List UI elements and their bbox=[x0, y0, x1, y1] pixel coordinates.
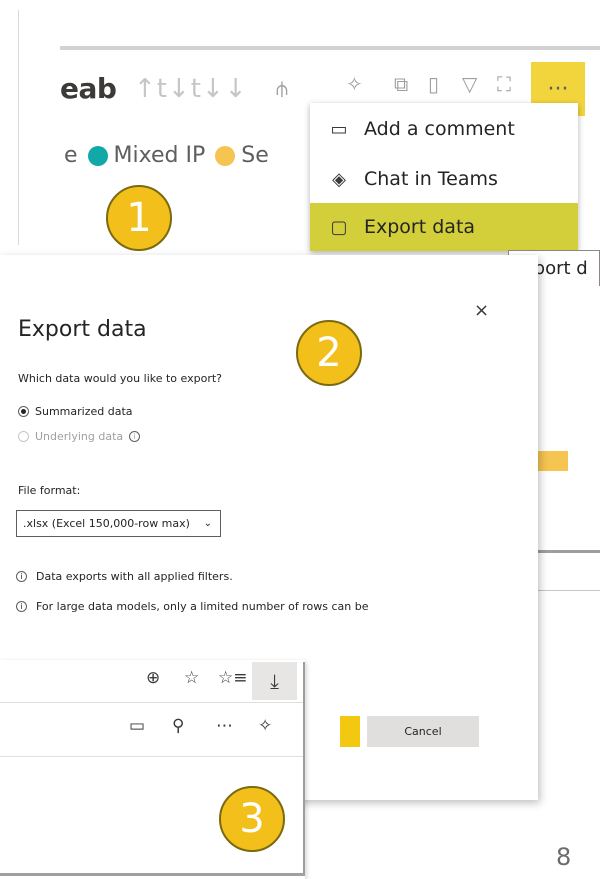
menu-item-label: Export data bbox=[364, 216, 476, 238]
note-text: For large data models, only a limited nu… bbox=[36, 600, 369, 613]
file-format-label: File format: bbox=[18, 484, 81, 497]
legend-item-label: Mixed IP bbox=[113, 143, 206, 168]
pin-icon[interactable]: ✧ bbox=[258, 716, 272, 736]
radio-label: Underlying data bbox=[35, 430, 124, 443]
radio-selected-icon bbox=[18, 406, 29, 417]
pin-icon[interactable]: ✧ bbox=[346, 72, 363, 96]
step-badge-3: 3 bbox=[219, 786, 285, 852]
select-value: .xlsx (Excel 150,000-row max) bbox=[23, 517, 190, 530]
teams-icon: ◈ bbox=[332, 168, 346, 190]
search-icon[interactable]: ⚲ bbox=[172, 716, 184, 736]
close-icon[interactable]: × bbox=[474, 300, 489, 321]
note-row: i For large data models, only a limited … bbox=[16, 600, 369, 613]
note-text: Data exports with all applied filters. bbox=[36, 570, 233, 583]
filter-icon[interactable]: ▽ bbox=[462, 72, 477, 96]
menu-item-chat-teams[interactable]: ◈ Chat in Teams bbox=[310, 155, 578, 203]
info-icon: i bbox=[16, 571, 27, 582]
menu-item-export-data[interactable]: ▢ Export data bbox=[310, 203, 578, 251]
folder-icon[interactable]: ▭ bbox=[129, 716, 145, 736]
step-badge-2: 2 bbox=[296, 320, 362, 386]
note-row: i Data exports with all applied filters. bbox=[16, 570, 233, 583]
copy-visual-icon[interactable]: ▯ bbox=[428, 72, 439, 96]
divider-line bbox=[18, 10, 19, 245]
border bbox=[0, 873, 305, 876]
chevron-down-icon: ⌄ bbox=[203, 518, 212, 529]
chart-bar bbox=[538, 451, 568, 471]
export-icon: ▢ bbox=[330, 216, 348, 238]
menu-item-add-comment[interactable]: ▭ Add a comment bbox=[310, 105, 578, 153]
info-icon: i bbox=[16, 601, 27, 612]
comment-icon: ▭ bbox=[330, 118, 348, 140]
more-icon: ··· bbox=[547, 76, 569, 102]
menu-item-label: Add a comment bbox=[364, 118, 515, 140]
page-number: 8 bbox=[556, 843, 572, 871]
export-button[interactable] bbox=[340, 716, 360, 747]
sort-icons[interactable]: ↑t↓t↓↓ bbox=[134, 74, 248, 104]
radio-label: Summarized data bbox=[35, 405, 133, 418]
legend-item-label: Se bbox=[241, 143, 269, 168]
cancel-button[interactable]: Cancel bbox=[367, 716, 479, 747]
context-menu: ▭ Add a comment ◈ Chat in Teams ▢ Export… bbox=[310, 103, 578, 251]
zoom-icon[interactable]: ⊕ bbox=[146, 668, 160, 688]
more-icon[interactable]: ⋯ bbox=[216, 716, 233, 736]
dialog-title: Export data bbox=[18, 317, 147, 342]
info-icon[interactable]: i bbox=[129, 431, 141, 442]
radio-summarized[interactable]: Summarized data bbox=[18, 405, 133, 418]
favorites-icon[interactable]: ☆≡ bbox=[218, 668, 247, 688]
focus-mode-icon[interactable]: ⛶ bbox=[497, 72, 511, 96]
legend: e Mixed IP Se bbox=[64, 143, 269, 168]
legend-item-label: e bbox=[64, 143, 78, 168]
background-visual bbox=[538, 286, 600, 553]
menu-item-label: Chat in Teams bbox=[364, 168, 498, 190]
legend-dot-icon bbox=[215, 145, 236, 166]
step-badge-1: 1 bbox=[106, 185, 172, 251]
visual-title: eab bbox=[60, 72, 117, 105]
legend-dot-icon bbox=[87, 145, 108, 166]
divider-line bbox=[0, 756, 305, 757]
border bbox=[303, 662, 305, 876]
copy-icon[interactable]: ⧉ bbox=[394, 72, 408, 96]
downloads-icon[interactable]: ⤓ bbox=[252, 662, 297, 700]
file-format-select[interactable]: .xlsx (Excel 150,000-row max) ⌄ bbox=[16, 510, 221, 537]
add-favorite-icon[interactable]: ☆ bbox=[184, 668, 199, 688]
radio-empty-icon bbox=[18, 431, 29, 442]
radio-underlying[interactable]: Underlying data i bbox=[18, 430, 149, 443]
divider-line bbox=[538, 590, 600, 591]
drill-icon[interactable]: ⫛ bbox=[276, 76, 288, 100]
dialog-question: Which data would you like to export? bbox=[18, 372, 222, 385]
